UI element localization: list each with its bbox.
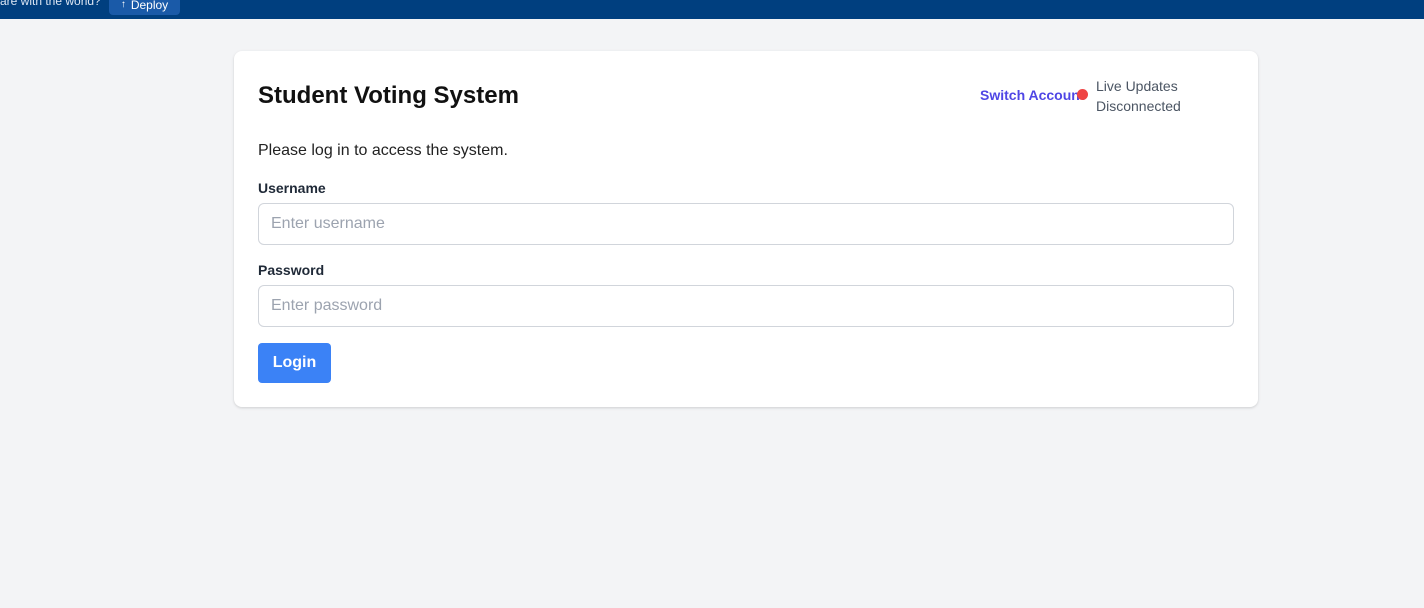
password-label: Password	[258, 262, 325, 278]
connection-status: Live Updates Disconnected	[1096, 76, 1216, 116]
deploy-label: Deploy	[130, 0, 169, 12]
page-title: Student Voting System	[258, 82, 519, 109]
switch-account-link[interactable]: Switch Account	[980, 87, 1085, 103]
login-card: Student Voting System Switch Account Liv…	[234, 51, 1258, 407]
top-bar: are with the world? ↑ Deploy	[0, 0, 1424, 19]
password-input[interactable]	[258, 285, 1234, 327]
username-input[interactable]	[258, 203, 1234, 245]
connection-state-label: Disconnected	[1096, 98, 1181, 114]
connection-status-dot	[1077, 89, 1088, 100]
login-intro-text: Please log in to access the system.	[258, 142, 508, 159]
upload-icon: ↑	[120, 0, 126, 10]
username-label: Username	[258, 180, 326, 196]
live-updates-label: Live Updates	[1096, 78, 1178, 94]
deploy-button[interactable]: ↑ Deploy	[109, 0, 180, 15]
share-prompt-text: are with the world?	[0, 0, 101, 8]
login-button[interactable]: Login	[258, 343, 331, 383]
